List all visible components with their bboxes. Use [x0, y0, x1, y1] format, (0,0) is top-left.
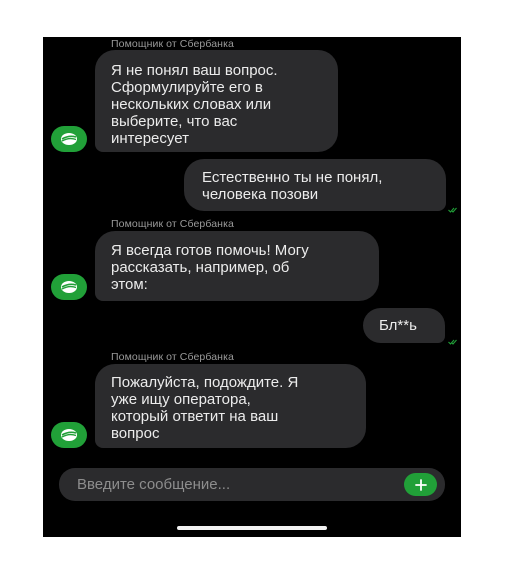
bot-message: Пожалуйста, подождите. Я уже ищу операто…: [95, 364, 366, 448]
bot-message: Я не понял ваш вопрос. Сформулируйте его…: [95, 50, 338, 152]
message-input[interactable]: Введите сообщение...: [77, 468, 230, 501]
double-check-icon: [448, 207, 457, 213]
sender-name: Помощник от Сбербанка: [111, 38, 234, 50]
sber-logo-icon: [51, 274, 87, 300]
home-indicator[interactable]: [177, 526, 327, 530]
user-message: Естественно ты не понял, человека позови: [184, 159, 446, 211]
double-check-icon: [448, 339, 457, 345]
user-message: Бл**ь: [363, 308, 445, 343]
sber-logo-icon: [51, 126, 87, 152]
plus-icon: [414, 478, 427, 491]
sber-logo-icon: [51, 422, 87, 448]
sender-name: Помощник от Сбербанка: [111, 218, 234, 230]
bot-message: Я всегда готов помочь! Могу рассказать, …: [95, 231, 379, 301]
chat-screen: Помощник от Сбербанка Я не понял ваш воп…: [43, 37, 461, 537]
send-button[interactable]: [404, 473, 437, 496]
message-input-bar[interactable]: Введите сообщение...: [59, 468, 445, 501]
sender-name: Помощник от Сбербанка: [111, 351, 234, 363]
